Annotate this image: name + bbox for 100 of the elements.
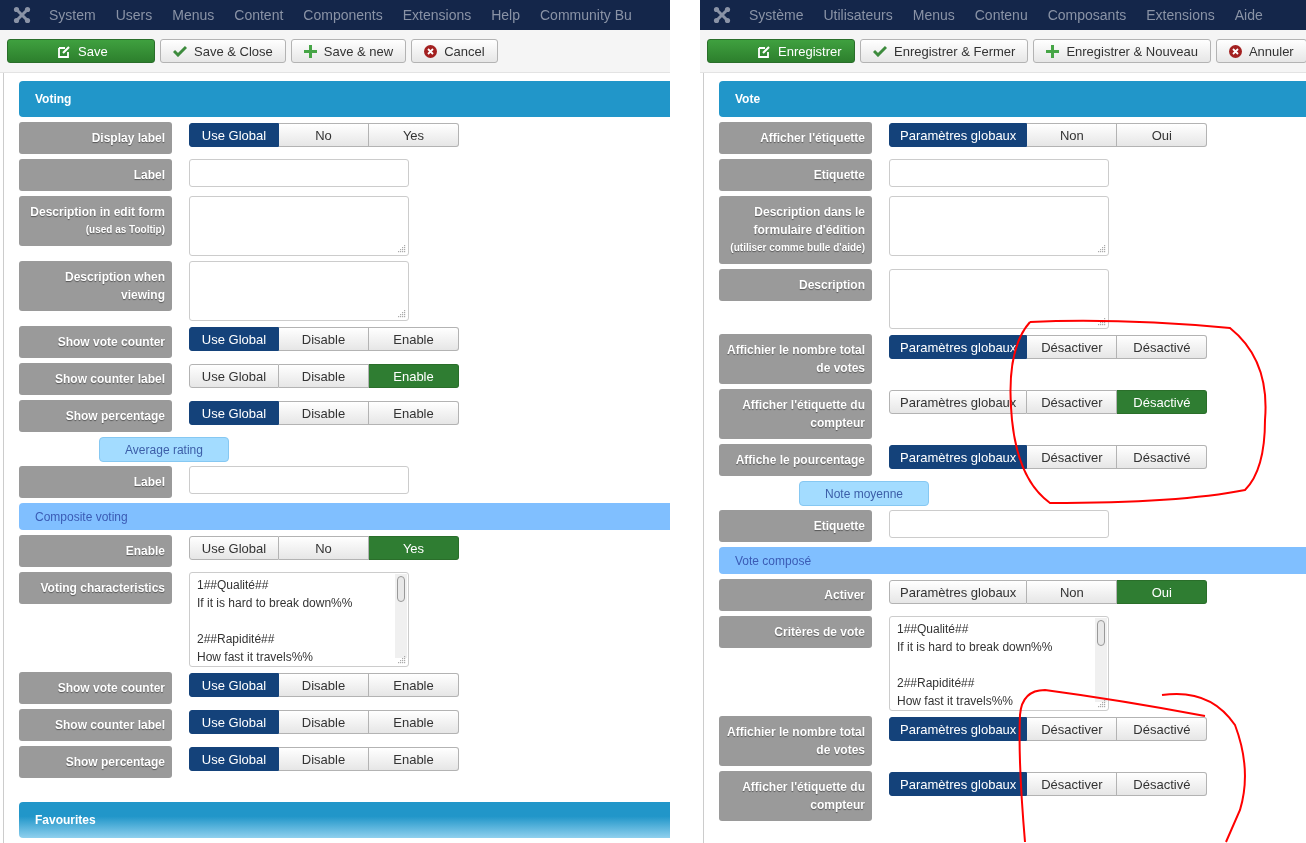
menu-item[interactable]: Users — [105, 7, 163, 23]
radio-option[interactable]: Yes — [369, 123, 459, 147]
field-label: Label — [19, 159, 172, 191]
resize-grip-icon[interactable] — [398, 310, 406, 318]
radio-option[interactable]: Désactiver — [1027, 390, 1118, 414]
radio-option[interactable]: Disable — [279, 710, 369, 734]
menu-item[interactable]: Contenu — [964, 7, 1038, 23]
resize-grip-icon[interactable] — [398, 245, 406, 253]
toolbar-button[interactable]: Save & Close — [160, 39, 286, 63]
radio-option[interactable]: Use Global — [189, 673, 279, 697]
radio-option[interactable]: Disable — [279, 364, 369, 388]
field-label: Afficher l'étiquette — [719, 122, 872, 154]
menu-item[interactable]: Composants — [1037, 7, 1137, 23]
radio-option[interactable]: Désactivé — [1117, 390, 1208, 414]
scrollbar[interactable] — [395, 574, 407, 658]
close-icon — [1228, 44, 1242, 58]
radio-option[interactable]: Enable — [369, 710, 459, 734]
menu-item[interactable]: System — [39, 7, 106, 23]
radio-option[interactable]: Use Global — [189, 327, 279, 351]
radio-option[interactable]: Paramètres globaux — [889, 445, 1028, 469]
radio-option[interactable]: Désactiver — [1027, 717, 1118, 741]
textarea-field[interactable] — [189, 196, 409, 256]
text-field[interactable] — [189, 159, 409, 187]
toolbar-button[interactable]: Enregistrer & Nouveau — [1033, 39, 1211, 63]
menu-item[interactable]: Système — [739, 7, 814, 23]
menu-item[interactable]: Content — [224, 7, 294, 23]
toolbar-button[interactable]: Enregistrer & Fermer — [860, 39, 1029, 63]
subheading-label: Average rating — [99, 437, 229, 462]
menu-item[interactable]: Community Bu — [530, 7, 642, 23]
resize-grip-icon[interactable] — [398, 656, 406, 664]
radio-option[interactable]: Use Global — [189, 536, 279, 560]
radio-option[interactable]: Disable — [279, 747, 369, 771]
radio-option[interactable]: Non — [1027, 580, 1118, 604]
plus-icon — [1046, 44, 1060, 58]
radio-option[interactable]: Use Global — [189, 710, 279, 734]
toolbar-button[interactable]: Enregistrer — [707, 39, 855, 63]
radio-option[interactable]: Désactivé — [1117, 335, 1208, 359]
menu-item[interactable]: Help — [481, 7, 530, 23]
textarea-field[interactable]: 1##Qualité## If it is hard to break down%% 2##Rapidité## How fast it travels%% — [889, 616, 1109, 711]
radio-option[interactable]: Paramètres globaux — [889, 335, 1028, 359]
resize-grip-icon[interactable] — [1098, 318, 1106, 326]
radio-option[interactable]: Désactiver — [1027, 772, 1118, 796]
resize-grip-icon[interactable] — [1098, 700, 1106, 708]
radio-option[interactable]: Désactiver — [1027, 445, 1118, 469]
radio-option[interactable]: Désactiver — [1027, 335, 1118, 359]
field-label: Critères de vote — [719, 616, 872, 648]
text-field[interactable] — [889, 510, 1109, 538]
field-label: Show vote counter — [19, 672, 172, 704]
radio-option[interactable]: Enable — [369, 673, 459, 697]
textarea-field[interactable] — [889, 196, 1109, 256]
toolbar-button[interactable]: Save & new — [290, 39, 407, 63]
radio-option[interactable]: Oui — [1117, 123, 1208, 147]
field-label: Etiquette — [719, 159, 872, 191]
toolbar-button[interactable]: Cancel — [411, 39, 498, 63]
radio-option[interactable]: Disable — [279, 401, 369, 425]
menu-item[interactable]: Extensions — [1136, 7, 1225, 23]
textarea-field[interactable] — [889, 269, 1109, 329]
radio-option[interactable]: Paramètres globaux — [889, 772, 1028, 796]
radio-option[interactable]: Non — [1027, 123, 1118, 147]
menu-item[interactable]: Extensions — [392, 7, 482, 23]
menu-item[interactable]: Aide — [1224, 7, 1273, 23]
radio-option[interactable]: Désactivé — [1117, 772, 1208, 796]
radio-option[interactable]: Use Global — [189, 364, 279, 388]
textarea-field[interactable] — [189, 261, 409, 321]
radio-option[interactable]: Use Global — [189, 123, 279, 147]
radio-option[interactable]: Paramètres globaux — [889, 123, 1028, 147]
radio-option[interactable]: Enable — [369, 401, 459, 425]
logo-icon[interactable] — [713, 6, 731, 24]
radio-option[interactable]: Enable — [369, 364, 459, 388]
radio-option[interactable]: Use Global — [189, 401, 279, 425]
text-field[interactable] — [889, 159, 1109, 187]
scrollbar[interactable] — [1095, 618, 1107, 702]
radio-option[interactable]: Disable — [279, 327, 369, 351]
textarea-field[interactable]: 1##Qualité## If it is hard to break down%% 2##Rapidité## How fast it travels%% — [189, 572, 409, 667]
field-label: Show percentage — [19, 400, 172, 432]
resize-grip-icon[interactable] — [1098, 245, 1106, 253]
radio-option[interactable]: Yes — [369, 536, 459, 560]
radio-option[interactable]: Désactivé — [1117, 445, 1208, 469]
radio-option[interactable]: No — [279, 536, 369, 560]
radio-option[interactable]: Disable — [279, 673, 369, 697]
text-field[interactable] — [189, 466, 409, 494]
radio-option[interactable]: Paramètres globaux — [889, 717, 1028, 741]
field-label: Show counter label — [19, 363, 172, 395]
menu-item[interactable]: Utilisateurs — [813, 7, 903, 23]
radio-option[interactable]: Oui — [1117, 580, 1208, 604]
menu-item[interactable]: Menus — [162, 7, 225, 23]
toolbar-button[interactable]: Save — [7, 39, 155, 63]
edit-icon — [58, 44, 71, 58]
radio-option[interactable]: Paramètres globaux — [889, 580, 1028, 604]
menu-item[interactable]: Components — [293, 7, 393, 23]
menu-item[interactable]: Menus — [902, 7, 965, 23]
radio-option[interactable]: Enable — [369, 327, 459, 351]
toolbar-button[interactable]: Annuler — [1215, 39, 1306, 63]
radio-option[interactable]: Désactivé — [1117, 717, 1208, 741]
radio-option[interactable]: No — [279, 123, 369, 147]
subsection-header: Composite voting — [19, 503, 670, 530]
radio-option[interactable]: Use Global — [189, 747, 279, 771]
logo-icon[interactable] — [13, 6, 31, 24]
field-label: Affiche le pourcentage — [719, 444, 872, 476]
radio-option[interactable]: Enable — [369, 747, 459, 771]
